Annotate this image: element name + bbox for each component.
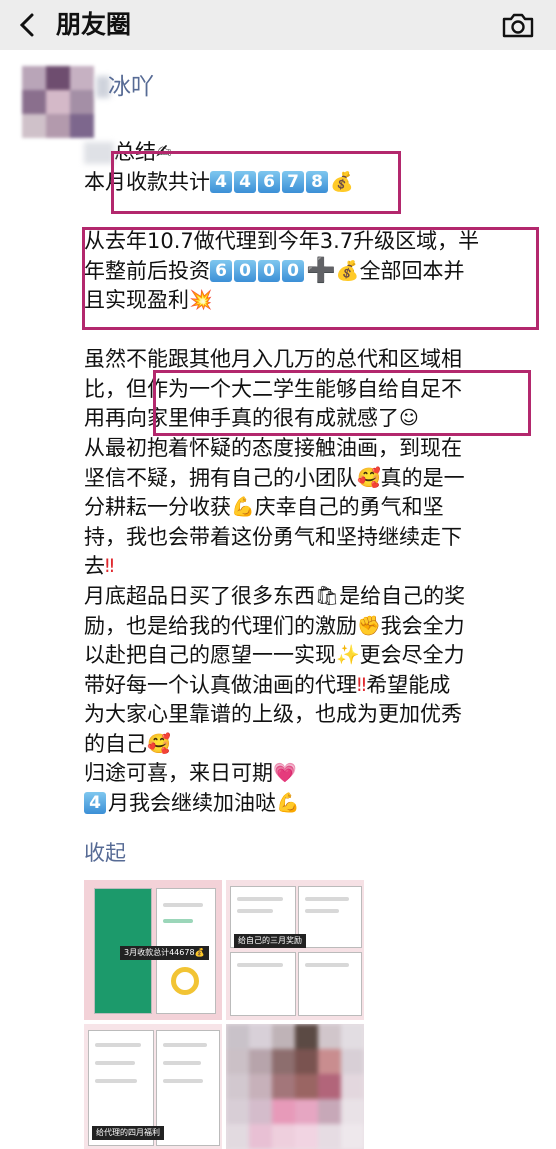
collapse-link[interactable]: 收起 — [84, 838, 126, 868]
line-text: 为大家心里靠谱的上级，也成为更加优秀 — [84, 702, 462, 727]
chevron-left-icon — [19, 13, 34, 37]
line-text: 是给自己的奖 — [339, 583, 466, 608]
post-line: 的自己🥰 — [84, 730, 534, 760]
post-line: 持，我也会带着这份勇气和坚持继续走下 — [84, 523, 534, 553]
post-line: 带好每一个认真做油画的代理‼希望能成 — [84, 671, 534, 701]
line-text: 虽然不能跟其他月入几万的总代和区域相 — [84, 347, 462, 372]
post-line: 去‼ — [84, 552, 534, 582]
post-line: 归途可喜，来日可期💗 — [84, 759, 534, 789]
camera-button[interactable] — [500, 8, 536, 42]
line-text: 以赴把自己的愿望一一实现 — [84, 643, 336, 668]
line-text: 去 — [84, 554, 105, 579]
back-button[interactable] — [14, 6, 44, 44]
post-line: 为大家心里靠谱的上级，也成为更加优秀 — [84, 700, 534, 730]
page-title: 朋友圈 — [56, 10, 132, 39]
post-line: 坚信不疑，拥有自己的小团队🥰真的是一 — [84, 464, 534, 494]
line-text: 带好每一个认真做油画的代理 — [84, 672, 357, 697]
top-bar: 朋友圈 — [0, 0, 556, 50]
highlight-box — [153, 370, 531, 436]
line-text: 月底超品日买了很多东西 — [84, 583, 315, 608]
raised-fist-icon: ✊ — [357, 614, 381, 637]
double-exclamation-icon: ‼ — [357, 673, 367, 696]
sparkles-icon: ✨ — [336, 644, 360, 667]
smiling-hearts-icon: 🥰 — [147, 732, 171, 755]
author-name[interactable]: 冰吖 — [108, 70, 154, 104]
line-text: 真的是一 — [380, 465, 465, 490]
line-text: 持，我也会带着这份勇气和坚持继续走下 — [84, 524, 462, 549]
line-text: 励，也是给我的代理们的激励 — [84, 613, 357, 638]
post-line: 月底超品日买了很多东西🛍是给自己的奖 — [84, 582, 534, 612]
post-line: 4 月我会继续加油哒💪 — [84, 789, 534, 819]
image-caption: 3月收款总计44678💰 — [120, 946, 209, 960]
smiling-hearts-icon: 🥰 — [357, 466, 381, 489]
thumbnail-image[interactable]: 3月收款总计44678💰 — [84, 880, 222, 1020]
thumbnail-image[interactable] — [226, 1024, 364, 1149]
phone-screenshot — [230, 952, 296, 1016]
phone-screenshot — [298, 952, 362, 1016]
post-line: 分耕耘一分收获💪庆幸自己的勇气和坚 — [84, 493, 534, 523]
flexed-biceps-icon: 💪 — [276, 792, 300, 815]
shopping-bag-icon: 🛍 — [315, 584, 340, 607]
phone-screenshot — [156, 1030, 220, 1146]
highlight-box — [111, 151, 401, 214]
avatar[interactable] — [22, 66, 94, 138]
pink-heart-icon: 💗 — [273, 762, 297, 785]
pixelated-photo — [226, 1024, 364, 1149]
camera-icon — [502, 13, 534, 38]
line-text: 庆幸自己的勇气和坚 — [254, 495, 444, 520]
double-exclamation-icon: ‼ — [105, 555, 115, 578]
line-text: 从最初抱着怀疑的态度接触油画，到现在 — [84, 435, 462, 460]
line-text: 月我会继续加油哒 — [108, 791, 276, 816]
highlight-box — [82, 227, 539, 330]
thumbnail-image[interactable]: 给自己的三月奖励 — [226, 880, 364, 1020]
image-caption: 给自己的三月奖励 — [234, 934, 306, 948]
keycap-digit: 4 — [84, 792, 106, 815]
phone-screenshot — [298, 886, 362, 948]
line-text: 更会尽全力 — [359, 643, 465, 668]
image-caption: 给代理的四月福利 — [92, 1126, 164, 1140]
thumbnail-image[interactable]: 给代理的四月福利 — [84, 1024, 222, 1149]
post-line: 从最初抱着怀疑的态度接触油画，到现在 — [84, 434, 534, 464]
post-line: 励，也是给我的代理们的激励✊我会全力 — [84, 612, 534, 642]
line-text: 坚信不疑，拥有自己的小团队 — [84, 465, 357, 490]
flexed-biceps-icon: 💪 — [231, 496, 255, 519]
line-text: 我会全力 — [380, 613, 465, 638]
line-text: 希望能成 — [366, 672, 451, 697]
line-text: 的自己 — [84, 731, 147, 756]
line-text: 分耕耘一分收获 — [84, 495, 231, 520]
line-text: 归途可喜，来日可期 — [84, 761, 273, 786]
post-line: 以赴把自己的愿望一一实现✨更会尽全力 — [84, 641, 534, 671]
redaction — [84, 142, 114, 164]
